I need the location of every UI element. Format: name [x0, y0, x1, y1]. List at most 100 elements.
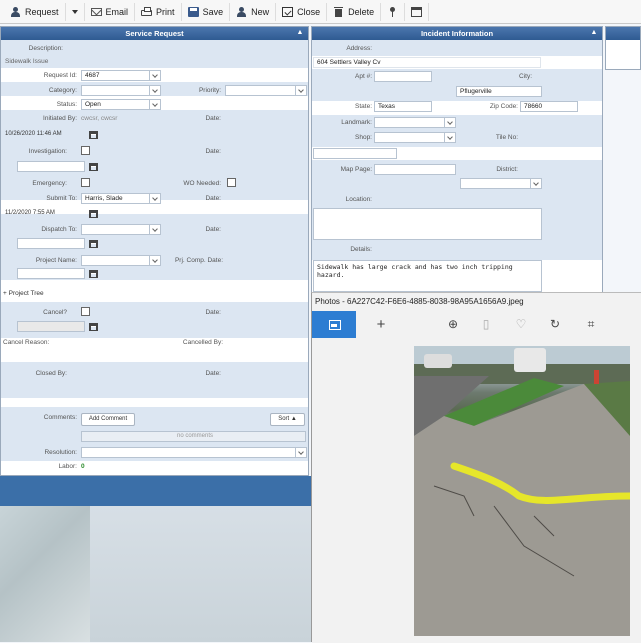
chevron-down-icon	[530, 179, 541, 188]
details-textarea[interactable]: Sidewalk has large crack and has two inc…	[313, 260, 542, 292]
chevron-down-icon	[295, 86, 306, 95]
city-input[interactable]: Pflugerville	[456, 86, 542, 97]
delete-icon[interactable]: ▯	[475, 311, 497, 338]
emergency-checkbox[interactable]	[81, 178, 90, 187]
chevron-down-icon	[149, 256, 160, 265]
dispatch-date-input[interactable]	[17, 238, 85, 249]
print-button[interactable]: Print	[135, 2, 182, 21]
dispatch-date-label: Date:	[205, 226, 221, 233]
collapse-icon[interactable]: ▲	[296, 29, 304, 37]
cancel-reason-label: Cancel Reason:	[3, 339, 50, 346]
category-select[interactable]	[81, 85, 161, 96]
chevron-down-icon	[149, 225, 160, 234]
resolution-label: Resolution:	[44, 449, 77, 456]
service-request-header: Service Request ▲	[1, 27, 308, 40]
person-icon	[236, 6, 247, 17]
calendar-icon[interactable]	[89, 209, 98, 218]
cancel-label: Cancel?	[43, 309, 67, 316]
apt-label: Apt #:	[355, 73, 372, 80]
initiated-by-value: cwcsr, cwcsr	[81, 115, 118, 122]
investigation-date-input[interactable]	[17, 161, 85, 172]
email-button[interactable]: Email	[85, 2, 136, 21]
chevron-down-icon	[149, 86, 160, 95]
initiated-date-label: Date:	[205, 115, 221, 122]
emergency-label: Emergency:	[32, 180, 67, 187]
calendar-icon[interactable]	[89, 269, 98, 278]
calendar-icon[interactable]	[89, 322, 98, 331]
checkbox-icon	[282, 6, 294, 17]
background-map	[0, 506, 90, 642]
add-comment-button[interactable]: Add Comment	[81, 413, 135, 426]
chevron-down-icon	[295, 448, 306, 457]
save-button[interactable]: Save	[182, 2, 231, 21]
details-label: Details:	[350, 246, 372, 253]
resolution-select[interactable]	[81, 447, 307, 458]
calendar-icon[interactable]	[89, 162, 98, 171]
add-icon[interactable]: +	[370, 311, 392, 338]
delete-button[interactable]: Delete	[327, 2, 382, 21]
zoom-in-icon[interactable]: ⊕	[442, 311, 464, 338]
dispatch-to-label: Dispatch To:	[41, 226, 77, 233]
district-label: District:	[496, 166, 518, 173]
chevron-down-icon	[444, 118, 455, 127]
photo-viewer-title: Photos - 6A227C42-F6E6-4885-8038-98A95A1…	[312, 293, 641, 311]
dispatch-to-select[interactable]	[81, 224, 161, 235]
investigation-date-label: Date:	[205, 148, 221, 155]
image-icon[interactable]	[312, 311, 356, 338]
request-id-select[interactable]: 4687	[81, 70, 161, 81]
no-comments-text: no comments	[81, 431, 306, 442]
project-tree-toggle[interactable]: + Project Tree	[3, 290, 44, 297]
shop-select[interactable]	[374, 132, 456, 143]
chevron-down-icon	[149, 71, 160, 80]
description-value: Sidewalk Issue	[5, 58, 49, 65]
close-button[interactable]: Close	[276, 2, 328, 21]
incident-information-panel: Incident Information ▲ Address: 604 Sett…	[311, 26, 603, 294]
band	[1, 302, 308, 338]
crop-icon[interactable]: ⌗	[580, 311, 602, 338]
cancel-date-input[interactable]	[17, 321, 85, 332]
landmark-select[interactable]	[374, 117, 456, 128]
investigation-label: Investigation:	[28, 148, 67, 155]
state-input[interactable]: Texas	[374, 101, 432, 112]
project-name-label: Project Name:	[35, 257, 77, 264]
initiated-by-label: Initiated By:	[43, 115, 77, 122]
status-select[interactable]: Open	[81, 99, 161, 110]
collapse-icon[interactable]: ▲	[590, 29, 598, 37]
request-dropdown-button[interactable]	[66, 2, 85, 21]
zip-input[interactable]: 78660	[520, 101, 578, 112]
city-label: City:	[519, 73, 532, 80]
map-page-input[interactable]	[374, 164, 456, 175]
rotate-icon[interactable]: ↻	[544, 311, 566, 338]
project-name-select[interactable]	[81, 255, 161, 266]
band	[1, 362, 308, 398]
description-label: Description:	[28, 45, 63, 52]
priority-label: Priority:	[198, 87, 221, 94]
save-icon	[187, 6, 199, 17]
state-label: State:	[355, 103, 372, 110]
new-button[interactable]: New	[230, 2, 277, 21]
priority-select[interactable]	[225, 85, 307, 96]
calendar-button[interactable]	[405, 2, 430, 21]
calendar-icon[interactable]	[89, 239, 98, 248]
calendar-icon[interactable]	[89, 130, 98, 139]
sort-button[interactable]: Sort ▲	[270, 413, 305, 426]
investigation-checkbox[interactable]	[81, 146, 90, 155]
apt-input[interactable]	[374, 71, 432, 82]
address-input[interactable]: 604 Settlers Valley Cv	[313, 57, 541, 68]
closed-date-label: Date:	[205, 370, 221, 377]
panel-header	[606, 27, 640, 40]
project-date-input[interactable]	[17, 268, 85, 279]
wo-needed-checkbox[interactable]	[227, 178, 236, 187]
labor-value: 0	[81, 463, 85, 470]
heart-icon[interactable]: ♡	[510, 311, 532, 338]
map-pin-button[interactable]	[381, 2, 406, 21]
request-button[interactable]: Request	[4, 2, 66, 21]
cancel-checkbox[interactable]	[81, 307, 90, 316]
sidewalk-photo-illustration	[414, 346, 630, 636]
tile-no-input[interactable]	[313, 148, 397, 159]
submit-to-select[interactable]: Harris, Slade	[81, 193, 161, 204]
request-id-label: Request Id:	[43, 72, 77, 79]
location-textarea[interactable]	[313, 208, 542, 240]
district-select[interactable]	[460, 178, 542, 189]
closed-by-label: Closed By:	[35, 370, 67, 377]
